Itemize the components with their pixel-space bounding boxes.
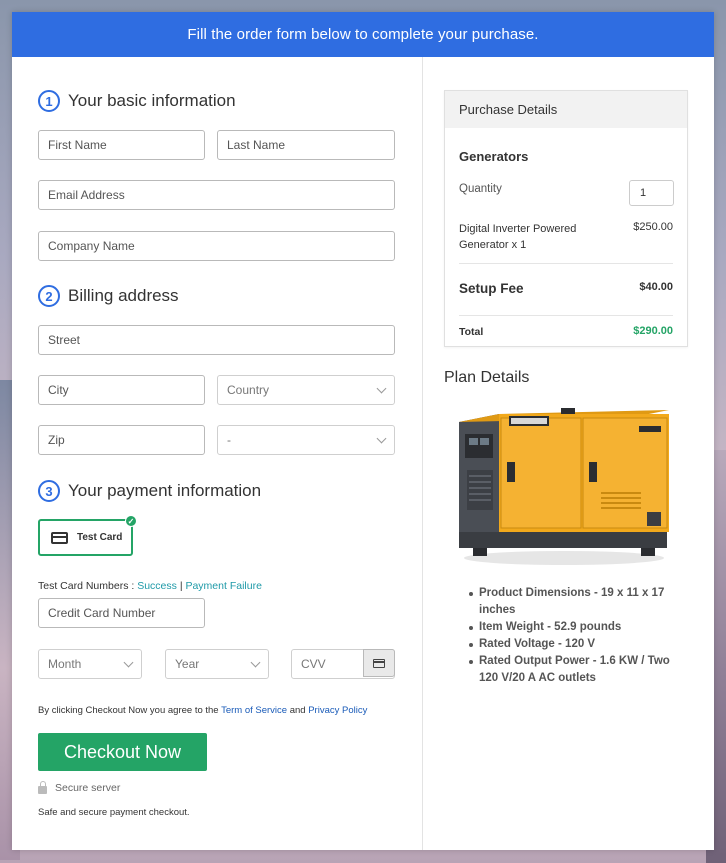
credit-card-icon bbox=[373, 658, 385, 668]
agreement-prefix: By clicking Checkout Now you agree to th… bbox=[38, 705, 219, 716]
test-card-option[interactable]: Test Card ✓ bbox=[38, 515, 137, 556]
terms-link[interactable]: Term of Service bbox=[221, 705, 287, 716]
divider bbox=[459, 315, 673, 316]
lock-icon bbox=[38, 780, 47, 794]
link-separator: | bbox=[179, 580, 183, 592]
setup-fee-price: $40.00 bbox=[639, 281, 673, 293]
privacy-link[interactable]: Privacy Policy bbox=[308, 705, 367, 716]
chevron-down-icon bbox=[376, 433, 387, 444]
state-select[interactable]: - bbox=[217, 425, 395, 455]
cvv-placeholder: CVV bbox=[301, 657, 326, 671]
feature-item: Rated Output Power - 1.6 KW / Two 120 V/… bbox=[469, 653, 689, 687]
divider bbox=[459, 263, 673, 264]
generator-image bbox=[459, 408, 669, 565]
payment-title: Your payment information bbox=[68, 481, 262, 500]
agreement-text: By clicking Checkout Now you agree to th… bbox=[38, 705, 367, 716]
safe-checkout-note: Safe and secure payment checkout. bbox=[38, 807, 190, 818]
feature-item: Product Dimensions - 19 x 11 x 17 inches bbox=[469, 585, 689, 619]
payment-failure-link[interactable]: Payment Failure bbox=[185, 580, 261, 592]
country-select-value: Country bbox=[227, 383, 270, 397]
month-select-value: Month bbox=[48, 657, 82, 671]
success-link[interactable]: Success bbox=[137, 580, 177, 592]
plan-details-title: Plan Details bbox=[444, 369, 530, 386]
last-name-input[interactable]: Last Name bbox=[217, 130, 395, 160]
country-select[interactable]: Country bbox=[217, 375, 395, 405]
purchase-details-header: Purchase Details bbox=[445, 91, 687, 128]
year-select[interactable]: Year bbox=[165, 649, 269, 679]
first-name-input[interactable]: First Name bbox=[38, 130, 205, 160]
total-label: Total bbox=[459, 326, 484, 338]
chevron-down-icon bbox=[376, 383, 387, 394]
cvv-card-button[interactable] bbox=[363, 649, 395, 677]
checkout-button[interactable]: Checkout Now bbox=[38, 733, 207, 771]
billing-heading: 2 Billing address bbox=[38, 285, 179, 307]
basic-info-heading: 1 Your basic information bbox=[38, 90, 236, 112]
purchase-details-box: Purchase Details Generators Quantity 1 D… bbox=[444, 90, 688, 347]
credit-card-icon bbox=[51, 531, 68, 544]
feature-item: Rated Voltage - 120 V bbox=[469, 636, 689, 653]
quantity-label: Quantity bbox=[459, 183, 502, 195]
email-input[interactable]: Email Address bbox=[38, 180, 395, 210]
checkmark-icon: ✓ bbox=[125, 515, 137, 527]
secure-server-label: Secure server bbox=[55, 782, 121, 794]
product-category: Generators bbox=[459, 149, 529, 164]
company-input[interactable]: Company Name bbox=[38, 231, 395, 261]
step-number-2: 2 bbox=[38, 285, 60, 307]
item-name: Digital Inverter Powered Generator x 1 bbox=[459, 223, 577, 251]
basic-info-title: Your basic information bbox=[68, 91, 236, 110]
quantity-input[interactable]: 1 bbox=[629, 180, 674, 206]
billing-title: Billing address bbox=[68, 286, 179, 305]
test-card-numbers: Test Card Numbers : Success | Payment Fa… bbox=[38, 580, 262, 592]
month-select[interactable]: Month bbox=[38, 649, 142, 679]
agreement-and: and bbox=[289, 705, 306, 716]
order-form-panel: Fill the order form below to complete yo… bbox=[12, 12, 714, 850]
setup-fee-label: Setup Fee bbox=[459, 281, 524, 296]
feature-item: Item Weight - 52.9 pounds bbox=[469, 619, 689, 636]
plan-features-list: Product Dimensions - 19 x 11 x 17 inches… bbox=[469, 585, 689, 687]
item-price: $250.00 bbox=[633, 221, 673, 233]
test-numbers-prefix: Test Card Numbers : bbox=[38, 580, 135, 592]
step-number-3: 3 bbox=[38, 480, 60, 502]
chevron-down-icon bbox=[123, 657, 134, 668]
city-input[interactable]: City bbox=[38, 375, 205, 405]
cvv-input[interactable]: CVV bbox=[291, 649, 395, 679]
chevron-down-icon bbox=[250, 657, 261, 668]
secure-server-note: Secure server bbox=[38, 780, 121, 794]
zip-input[interactable]: Zip bbox=[38, 425, 205, 455]
step-number-1: 1 bbox=[38, 90, 60, 112]
payment-heading: 3 Your payment information bbox=[38, 480, 261, 502]
state-select-value: - bbox=[227, 433, 231, 447]
test-card-label: Test Card bbox=[77, 532, 123, 543]
top-banner: Fill the order form below to complete yo… bbox=[12, 12, 714, 57]
form-column: 1 Your basic information First Name Last… bbox=[12, 57, 422, 850]
card-number-input[interactable]: Credit Card Number bbox=[38, 598, 205, 628]
summary-column: Purchase Details Generators Quantity 1 D… bbox=[423, 57, 714, 850]
total-price: $290.00 bbox=[633, 325, 673, 337]
year-select-value: Year bbox=[175, 657, 200, 671]
street-input[interactable]: Street bbox=[38, 325, 395, 355]
